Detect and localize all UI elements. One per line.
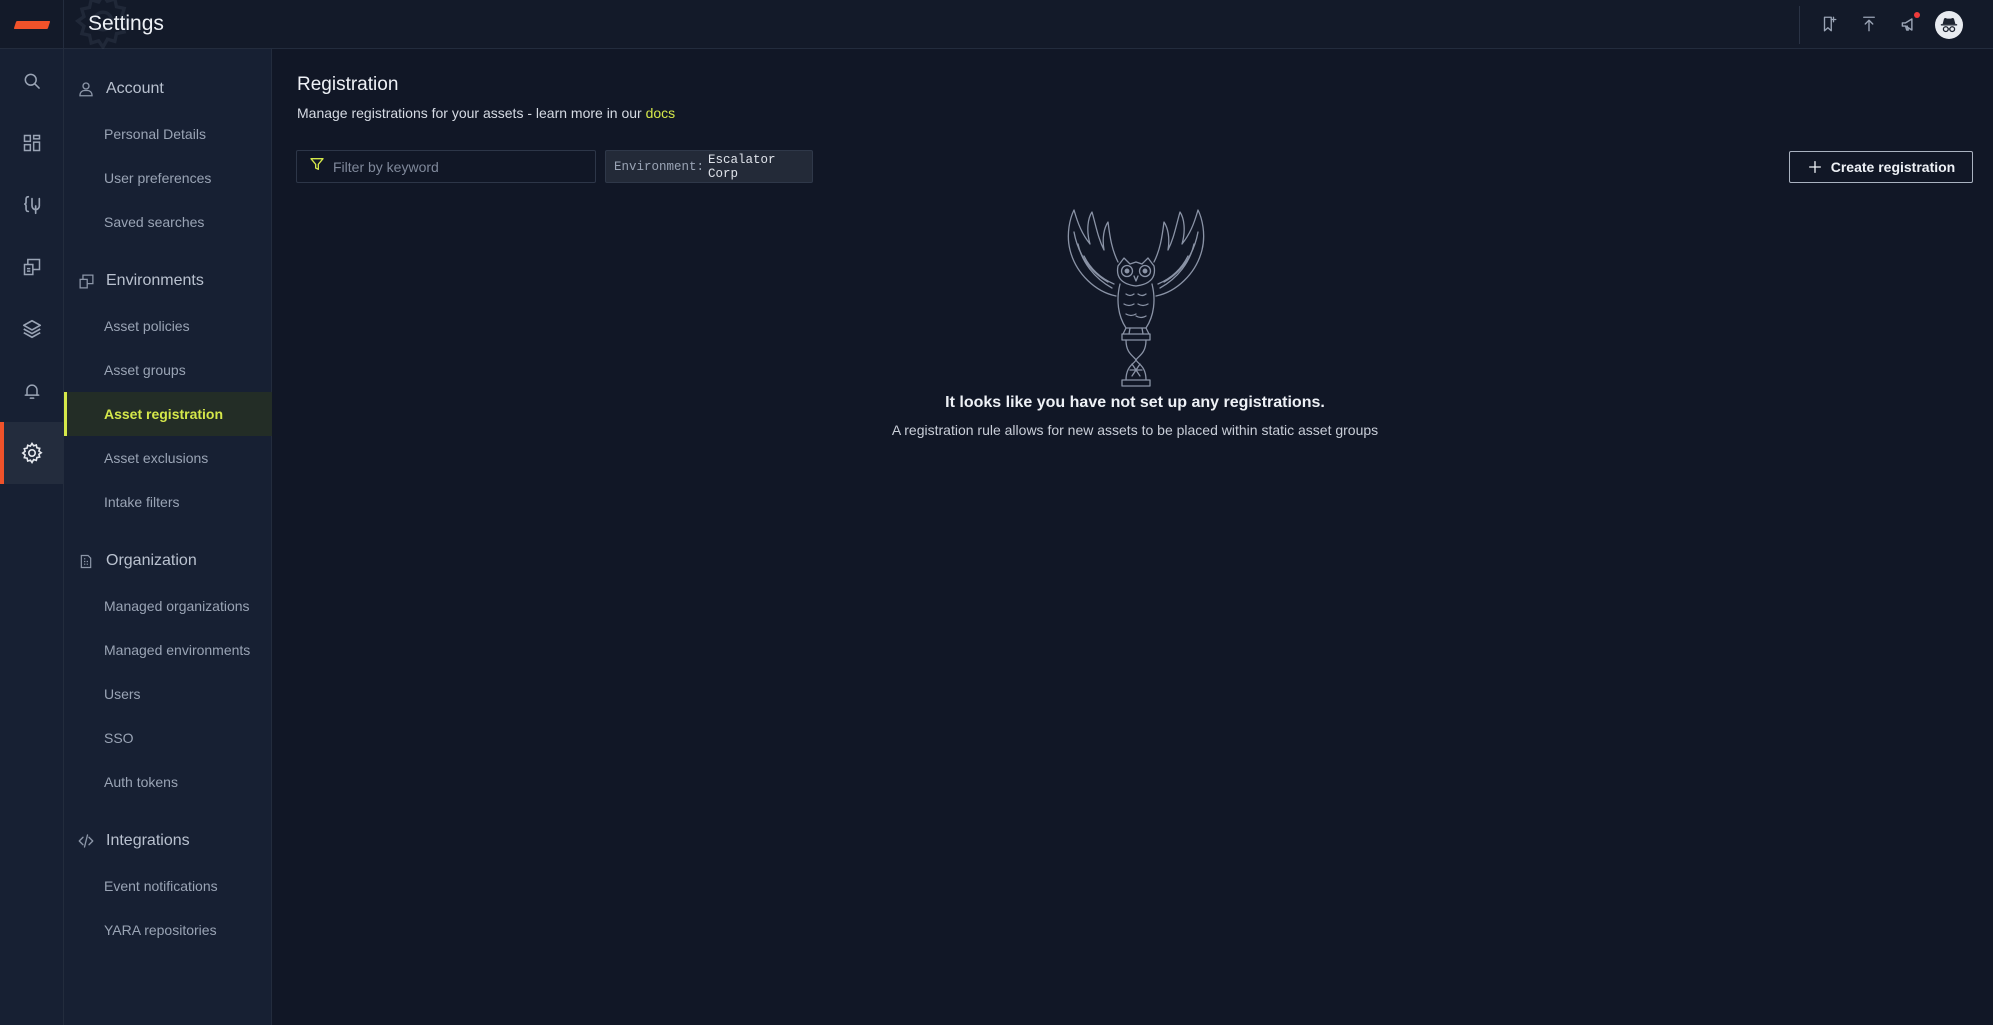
upload-icon[interactable] bbox=[1857, 12, 1881, 36]
topbar-divider bbox=[1799, 6, 1800, 44]
environment-key: Environment: bbox=[614, 159, 705, 174]
top-bar: Settings bbox=[0, 0, 1993, 51]
environments-icon bbox=[77, 272, 95, 290]
sidebar-item-asset-policies[interactable]: Asset policies bbox=[64, 304, 272, 348]
sidebar-item-sso[interactable]: SSO bbox=[64, 716, 272, 760]
empty-state-subtitle: A registration rule allows for new asset… bbox=[891, 422, 1379, 438]
dashboard-icon[interactable] bbox=[0, 112, 64, 174]
user-icon bbox=[77, 80, 95, 98]
logo-mark bbox=[13, 20, 50, 29]
section-integrations: Integrations bbox=[64, 826, 272, 856]
sidebar-item-asset-groups[interactable]: Asset groups bbox=[64, 348, 272, 392]
create-registration-button[interactable]: Create registration bbox=[1789, 151, 1973, 183]
main-content: Registration Manage registrations for yo… bbox=[272, 49, 1993, 1025]
sidebar-item-managed-environments[interactable]: Managed environments bbox=[64, 628, 272, 672]
icon-rail bbox=[0, 49, 64, 1025]
sidebar-item-event-notifications[interactable]: Event notifications bbox=[64, 864, 272, 908]
section-title: Account bbox=[106, 80, 164, 97]
gear-icon[interactable] bbox=[0, 422, 64, 484]
owl-illustration-icon bbox=[1067, 209, 1205, 387]
sidebar-item-asset-exclusions[interactable]: Asset exclusions bbox=[64, 436, 272, 480]
sidebar-item-managed-organizations[interactable]: Managed organizations bbox=[64, 584, 272, 628]
section-title: Organization bbox=[106, 552, 197, 569]
page-subtitle: Manage registrations for your assets - l… bbox=[297, 105, 675, 121]
filter-field[interactable] bbox=[296, 150, 596, 183]
create-registration-label: Create registration bbox=[1830, 159, 1956, 175]
environment-chip[interactable]: Environment: Escalator Corp bbox=[605, 150, 813, 183]
page-title: Registration bbox=[297, 74, 399, 95]
sidebar-item-intake-filters[interactable]: Intake filters bbox=[64, 480, 272, 524]
environment-value: Escalator Corp bbox=[708, 152, 776, 181]
avatar[interactable] bbox=[1935, 11, 1963, 39]
notification-dot bbox=[1914, 12, 1920, 18]
section-title: Integrations bbox=[106, 832, 190, 849]
bell-icon[interactable] bbox=[0, 360, 64, 422]
filter-input[interactable] bbox=[333, 158, 583, 175]
plus-icon bbox=[1807, 159, 1823, 175]
sidebar-item-users[interactable]: Users bbox=[64, 672, 272, 716]
query-icon[interactable] bbox=[0, 174, 64, 236]
section-organization: Organization bbox=[64, 546, 272, 576]
sidebar-item-yara-repositories[interactable]: YARA repositories bbox=[64, 908, 272, 952]
sidebar-item-user-preferences[interactable]: User preferences bbox=[64, 156, 272, 200]
app-window: Settings Account Personal Details User p… bbox=[0, 0, 1993, 1025]
app-title: Settings bbox=[88, 12, 164, 35]
sidebar-item-auth-tokens[interactable]: Auth tokens bbox=[64, 760, 272, 804]
subtitle-text: Manage registrations for your assets - l… bbox=[297, 105, 646, 121]
empty-state-title: It looks like you have not set up any re… bbox=[945, 394, 1325, 411]
section-title: Environments bbox=[106, 272, 204, 289]
search-icon[interactable] bbox=[0, 50, 64, 112]
filter-icon bbox=[309, 156, 325, 177]
section-account: Account bbox=[64, 74, 272, 104]
docs-link[interactable]: docs bbox=[646, 105, 676, 121]
sidebar-item-asset-registration[interactable]: Asset registration bbox=[64, 392, 272, 436]
logo[interactable] bbox=[0, 0, 64, 49]
section-environments: Environments bbox=[64, 266, 272, 296]
reports-icon[interactable] bbox=[0, 236, 64, 298]
code-icon bbox=[77, 832, 95, 850]
sidebar-item-saved-searches[interactable]: Saved searches bbox=[64, 200, 272, 244]
bookmark-icon[interactable] bbox=[1817, 12, 1841, 36]
megaphone-icon[interactable] bbox=[1897, 12, 1921, 36]
sidebar-item-personal-details[interactable]: Personal Details bbox=[64, 112, 272, 156]
settings-sidebar: Account Personal Details User preference… bbox=[64, 49, 272, 1025]
building-icon bbox=[77, 552, 95, 570]
layers-icon[interactable] bbox=[0, 298, 64, 360]
